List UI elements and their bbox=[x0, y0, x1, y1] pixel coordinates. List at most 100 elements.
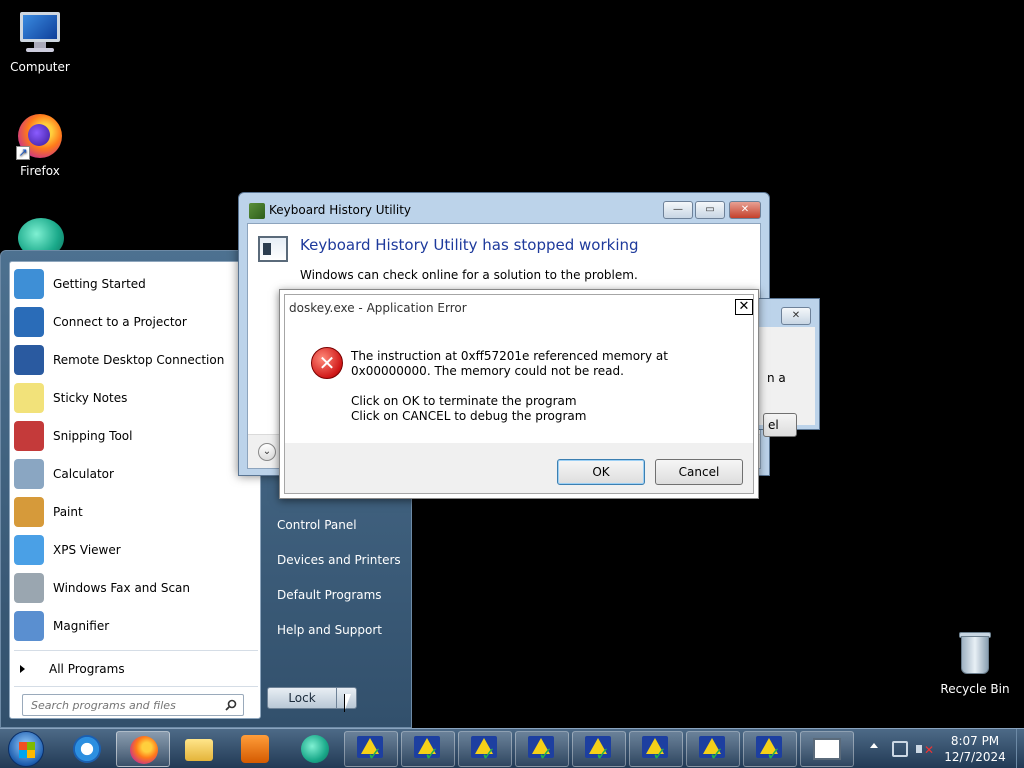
checkmark-icon: ✓ bbox=[652, 744, 668, 765]
desktop-icon-label: Firefox bbox=[20, 164, 60, 178]
taskbar-task-button[interactable]: ✓ bbox=[515, 731, 569, 767]
stopped-working-heading: Keyboard History Utility has stopped wor… bbox=[300, 236, 639, 254]
recycle-bin-icon bbox=[951, 630, 999, 678]
cancel-button-partial[interactable]: el bbox=[763, 413, 797, 437]
start-button[interactable] bbox=[8, 731, 44, 767]
start-item-label: XPS Viewer bbox=[53, 543, 121, 557]
all-programs-label: All Programs bbox=[49, 662, 125, 676]
taskbar: ✓ ✓ ✓ ✓ ✓ ✓ ✓ ✓ ✕ 8:07 PM 12/7/2024 bbox=[0, 728, 1024, 768]
start-item-label: Remote Desktop Connection bbox=[53, 353, 225, 367]
xps-viewer-icon bbox=[14, 535, 44, 565]
show-desktop-button[interactable] bbox=[1016, 729, 1024, 768]
taskbar-task-button[interactable]: ✓ bbox=[743, 731, 797, 767]
taskbar-task-button[interactable]: ✓ bbox=[401, 731, 455, 767]
window-icon bbox=[813, 738, 841, 760]
start-item-calculator[interactable]: Calculator bbox=[10, 456, 260, 492]
desktop-icon-firefox[interactable]: ↗ Firefox bbox=[2, 112, 78, 178]
separator bbox=[14, 686, 258, 687]
taskbar-media-player[interactable] bbox=[228, 731, 282, 767]
remote-desktop-icon bbox=[14, 345, 44, 375]
computer-icon bbox=[16, 8, 64, 56]
start-item-paint[interactable]: Paint bbox=[10, 494, 260, 530]
start-item-xps-viewer[interactable]: XPS Viewer bbox=[10, 532, 260, 568]
arrow-right-icon bbox=[20, 665, 25, 673]
start-item-label: Windows Fax and Scan bbox=[53, 581, 191, 595]
start-right-label: Default Programs bbox=[277, 588, 382, 602]
taskbar-explorer[interactable] bbox=[172, 731, 226, 767]
start-item-snipping-tool[interactable]: Snipping Tool bbox=[10, 418, 260, 454]
taskbar-task-button[interactable]: ✓ bbox=[629, 731, 683, 767]
taskbar-internet-explorer[interactable] bbox=[60, 731, 114, 767]
close-button[interactable]: ✕ bbox=[781, 307, 811, 325]
system-tray: ✕ 8:07 PM 12/7/2024 bbox=[866, 729, 1024, 768]
magnifier-icon bbox=[14, 611, 44, 641]
volume-muted-icon[interactable]: ✕ bbox=[916, 741, 934, 757]
desktop-icon-computer[interactable]: Computer bbox=[2, 8, 78, 74]
checkmark-icon: ✓ bbox=[367, 744, 383, 765]
search-icon bbox=[225, 699, 237, 711]
taskbar-task-button[interactable]: ✓ bbox=[458, 731, 512, 767]
check-online-text: Windows can check online for a solution … bbox=[300, 268, 638, 282]
start-search-box[interactable] bbox=[22, 694, 244, 716]
start-item-remote-desktop[interactable]: Remote Desktop Connection bbox=[10, 342, 260, 378]
clock-date: 12/7/2024 bbox=[944, 750, 1006, 764]
lock-button[interactable]: Lock bbox=[267, 687, 337, 709]
checkmark-icon: ✓ bbox=[481, 744, 497, 765]
start-right-default-programs[interactable]: Default Programs bbox=[277, 583, 382, 607]
show-hidden-icons-arrow[interactable] bbox=[870, 743, 878, 748]
maximize-button[interactable]: ▭ bbox=[695, 201, 725, 219]
search-input[interactable] bbox=[31, 698, 215, 712]
app-icon bbox=[301, 735, 329, 763]
checkmark-icon: ✓ bbox=[538, 744, 554, 765]
firefox-icon bbox=[130, 736, 158, 764]
start-right-label: Help and Support bbox=[277, 623, 382, 637]
start-item-label: Paint bbox=[53, 505, 83, 519]
start-right-help-support[interactable]: Help and Support bbox=[277, 618, 382, 642]
checkmark-icon: ✓ bbox=[595, 744, 611, 765]
close-button[interactable]: ✕ bbox=[729, 201, 761, 219]
taskbar-app[interactable] bbox=[288, 731, 342, 767]
paint-icon bbox=[14, 497, 44, 527]
start-item-magnifier[interactable]: Magnifier bbox=[10, 608, 260, 644]
start-right-devices-printers[interactable]: Devices and Printers bbox=[277, 548, 401, 572]
desktop-icon-label: Computer bbox=[10, 60, 70, 74]
error-message: The instruction at 0xff57201e referenced… bbox=[351, 349, 731, 424]
start-item-sticky-notes[interactable]: Sticky Notes bbox=[10, 380, 260, 416]
checkmark-icon: ✓ bbox=[709, 744, 725, 765]
minimize-button[interactable]: — bbox=[663, 201, 693, 219]
ok-button[interactable]: OK bbox=[557, 459, 645, 485]
taskbar-task-button[interactable]: ✓ bbox=[686, 731, 740, 767]
start-right-label: Devices and Printers bbox=[277, 553, 401, 567]
chevron-down-icon[interactable]: ⌄ bbox=[258, 443, 276, 461]
error-message-line: Click on OK to terminate the program bbox=[351, 394, 577, 408]
program-icon bbox=[258, 236, 288, 262]
cancel-button[interactable]: Cancel bbox=[655, 459, 743, 485]
start-right-control-panel[interactable]: Control Panel bbox=[277, 513, 357, 537]
application-error-dialog: doskey.exe - Application Error ✕ ✕ The i… bbox=[279, 289, 759, 499]
taskbar-task-button[interactable]: ✓ bbox=[344, 731, 398, 767]
taskbar-firefox[interactable] bbox=[116, 731, 170, 767]
separator bbox=[14, 650, 258, 651]
error-dialog-body: ✕ The instruction at 0xff57201e referenc… bbox=[285, 319, 753, 443]
start-item-label: Snipping Tool bbox=[53, 429, 133, 443]
folder-icon bbox=[185, 739, 213, 761]
error-icon: ✕ bbox=[311, 347, 343, 379]
scissors-icon bbox=[14, 421, 44, 451]
getting-started-icon bbox=[14, 269, 44, 299]
desktop-icon-recycle-bin[interactable]: Recycle Bin bbox=[937, 630, 1013, 696]
all-programs-button[interactable]: All Programs bbox=[10, 656, 260, 682]
checkmark-icon: ✓ bbox=[766, 744, 782, 765]
start-item-connect-projector[interactable]: Connect to a Projector bbox=[10, 304, 260, 340]
start-item-fax-scan[interactable]: Windows Fax and Scan bbox=[10, 570, 260, 606]
start-right-label: Control Panel bbox=[277, 518, 357, 532]
network-icon[interactable] bbox=[892, 741, 908, 757]
taskbar-task-button-window[interactable] bbox=[800, 731, 854, 767]
taskbar-task-button[interactable]: ✓ bbox=[572, 731, 626, 767]
start-item-getting-started[interactable]: Getting Started bbox=[10, 266, 260, 302]
error-message-line: Click on CANCEL to debug the program bbox=[351, 409, 587, 423]
sticky-notes-icon bbox=[14, 383, 44, 413]
firefox-icon: ↗ bbox=[16, 112, 64, 160]
close-button[interactable]: ✕ bbox=[735, 299, 753, 315]
clock[interactable]: 8:07 PM 12/7/2024 bbox=[940, 733, 1010, 765]
start-item-label: Magnifier bbox=[53, 619, 110, 633]
